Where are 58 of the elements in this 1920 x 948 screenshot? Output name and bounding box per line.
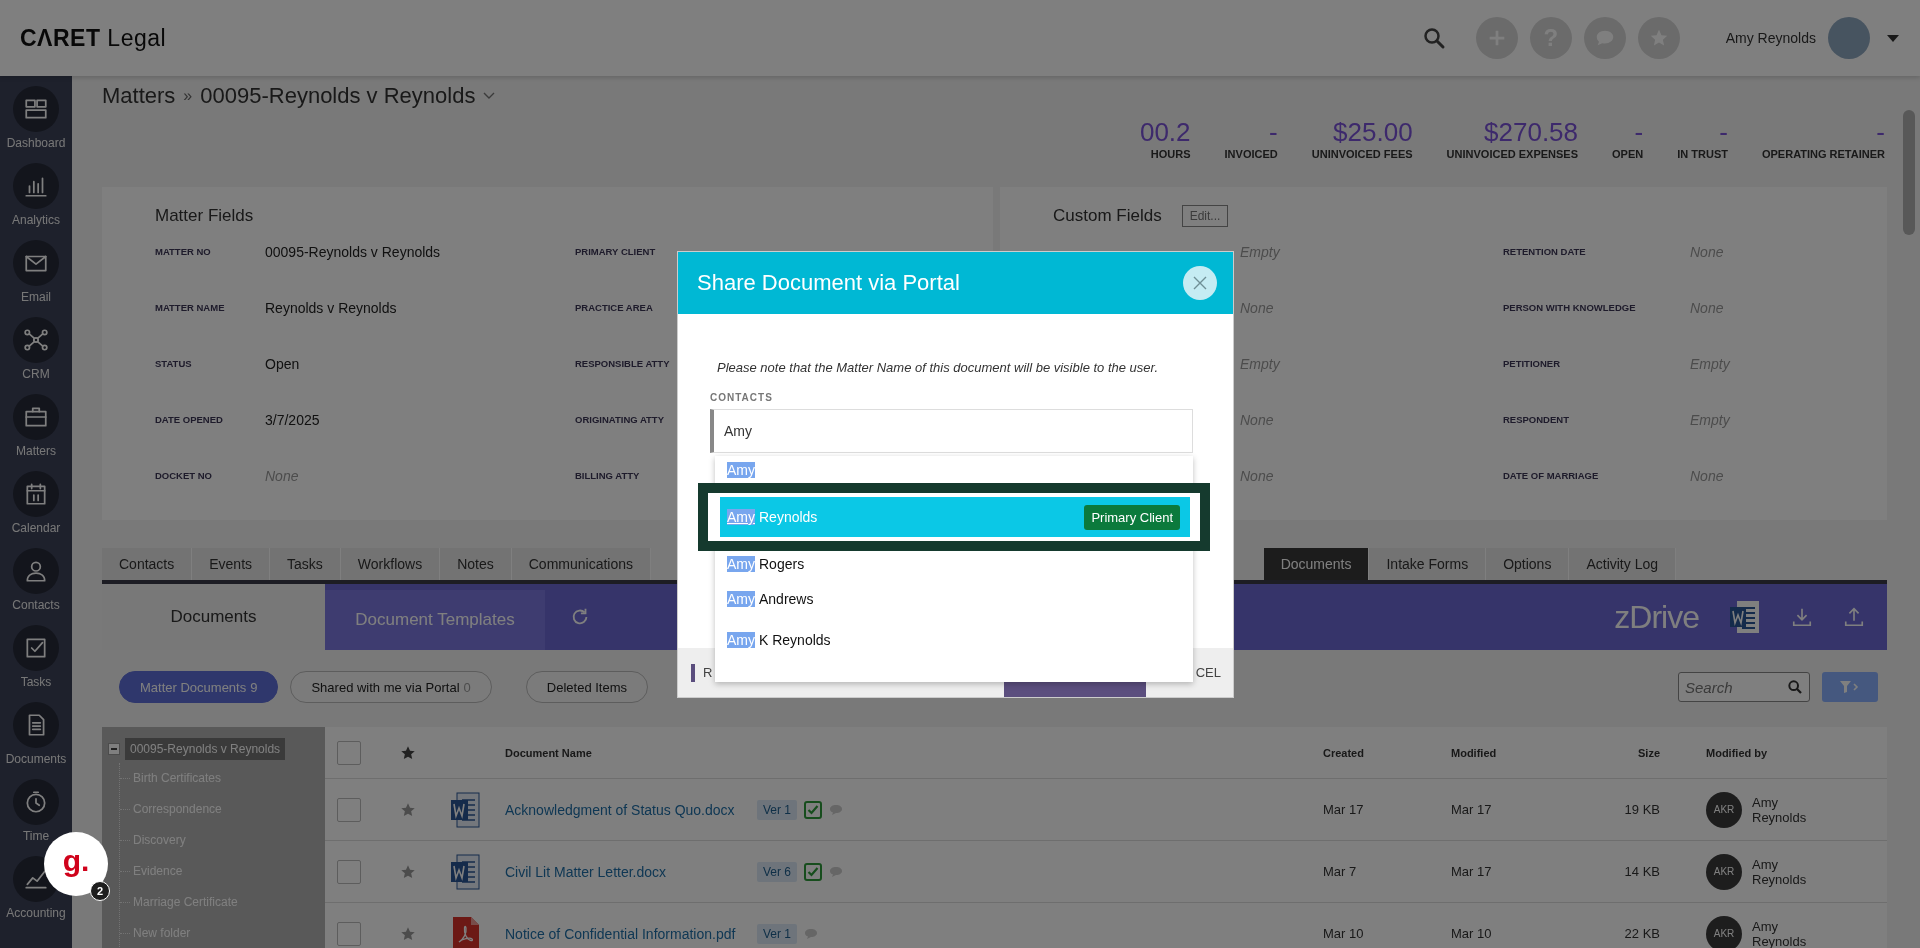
stat-label: INVOICED (1224, 148, 1278, 160)
stat-label: HOURS (1150, 148, 1191, 160)
field-label: RESPONDENT (1503, 413, 1570, 427)
stat-label: UNINVOICED EXPENSES (1446, 148, 1579, 160)
field-label: PRIMARY CLIENT (575, 245, 657, 259)
table-cell-text: Amy Reynolds (1752, 794, 1808, 825)
table-cell-text: Mar 7 (1323, 864, 1358, 879)
stat-value: - (1876, 116, 1885, 148)
table-cell-text: Amy Reynolds (1752, 918, 1808, 948)
field-value: Open (265, 356, 301, 372)
dialog-title: Share Document via Portal (697, 270, 960, 296)
initials-avatar: AKR (1706, 791, 1742, 828)
field-label: MATTER NAME (155, 301, 226, 315)
field-label: DATE OF MARRIAGE (1503, 469, 1600, 483)
table-cell-text: Amy Reynolds (1752, 856, 1808, 887)
field-label: PRACTICE AREA (575, 301, 654, 315)
table-cell-text: 22 KB (1623, 926, 1660, 941)
role-badge: Primary Client (1084, 504, 1180, 530)
field-label: RESPONSIBLE ATTY (575, 357, 671, 371)
field-label: DOCKET NO (155, 469, 213, 483)
field-label: STATUS (155, 357, 193, 371)
initials-avatar: AKR (1706, 853, 1742, 890)
table-cell-text: Mar 10 (1451, 926, 1493, 941)
field-label: PERSON WITH KNOWLEDGE (1503, 301, 1637, 315)
table-cell-text: Mar 10 (1323, 926, 1365, 941)
stat-value: - (1634, 116, 1644, 148)
field-label: RETENTION DATE (1503, 245, 1587, 259)
table-cell-text: Mar 17 (1451, 864, 1493, 879)
footer-text: R (703, 665, 713, 680)
card-title: Custom Fields (1053, 206, 1162, 226)
card-title: Matter Fields (155, 206, 254, 226)
table-cell-text: 19 KB (1623, 802, 1660, 817)
stat-label: IN TRUST (1677, 148, 1728, 160)
field-label: PETITIONER (1503, 357, 1561, 371)
field-label: CONTACTS (710, 392, 774, 403)
field-label: DATE OPENED (155, 413, 224, 427)
stat-value: $270.58 (1484, 116, 1579, 148)
field-value: 3/7/2025 (265, 412, 321, 428)
stat-value: - (1269, 116, 1278, 148)
field-value: Reynolds v Reynolds (265, 300, 398, 316)
dialog-note: Please note that the Matter Name of this document will be visible to the user. (716, 360, 1160, 376)
field-label: ORIGINATING ATTY (575, 413, 665, 427)
table-cell-text: Mar 17 (1451, 802, 1493, 817)
breadcrumb-current: 00095-Reynolds v Reynolds (200, 83, 476, 109)
breadcrumb-separator: » (183, 87, 193, 105)
logo: CɅRET Legal (20, 24, 167, 52)
field-label: MATTER NO (155, 245, 212, 259)
field-value: 00095-Reynolds v Reynolds (265, 244, 442, 260)
table-cell-text: Mar 17 (1323, 802, 1365, 817)
stat-value: 00.2 (1139, 116, 1191, 148)
stat-label: OPERATING RETAINER (1761, 148, 1885, 160)
table-cell-text: 14 KB (1623, 864, 1660, 879)
initials-avatar: AKR (1706, 915, 1742, 948)
field-label: BILLING ATTY (575, 469, 641, 483)
stat-label: UNINVOICED FEES (1311, 148, 1413, 160)
stat-value: - (1719, 116, 1728, 148)
stat-value: $25.00 (1333, 116, 1413, 148)
stat-label: OPEN (1612, 148, 1644, 160)
